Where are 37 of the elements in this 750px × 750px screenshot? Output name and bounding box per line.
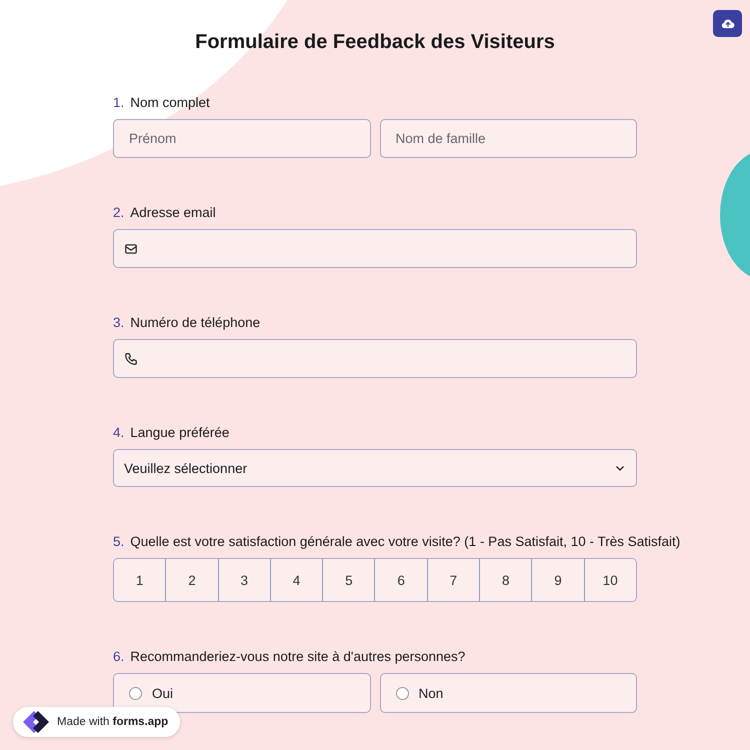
question-number: 3. bbox=[113, 315, 124, 330]
rating-option[interactable]: 10 bbox=[584, 559, 636, 601]
question-label: Numéro de téléphone bbox=[130, 315, 260, 330]
rating-option[interactable]: 4 bbox=[270, 559, 322, 601]
question-label: Nom complet bbox=[130, 95, 210, 110]
question-number: 1. bbox=[113, 95, 124, 110]
question-label: Adresse email bbox=[130, 205, 216, 220]
question-number: 5. bbox=[113, 534, 124, 549]
question-number: 6. bbox=[113, 649, 124, 664]
question-number: 2. bbox=[113, 205, 124, 220]
rating-option[interactable]: 6 bbox=[374, 559, 427, 601]
envelope-icon bbox=[124, 242, 138, 256]
rating-option[interactable]: 3 bbox=[218, 559, 270, 601]
radio-option[interactable]: Oui bbox=[113, 673, 370, 713]
text-field[interactable]: Prénom bbox=[113, 119, 370, 158]
rating-option[interactable]: 5 bbox=[322, 559, 374, 601]
email-field[interactable] bbox=[113, 229, 637, 268]
question-label: Langue préférée bbox=[130, 425, 230, 440]
text-field[interactable]: Nom de famille bbox=[380, 119, 637, 158]
question-label: Recommanderiez-vous notre site à d'autres personnes? bbox=[130, 649, 466, 664]
question-number: 4. bbox=[113, 425, 124, 440]
phone-field[interactable] bbox=[113, 339, 637, 378]
rating-option[interactable]: 8 bbox=[479, 559, 532, 601]
rating-option[interactable]: 1 bbox=[114, 559, 166, 601]
rating-option[interactable]: 9 bbox=[531, 559, 584, 601]
badge-text: Made with forms.app bbox=[57, 716, 168, 728]
made-with-badge[interactable]: Made with forms.app bbox=[13, 707, 180, 737]
question-label: Quelle est votre satisfaction générale avec votre visite? (1 - Pas Satisfait, 10 - Très Satisfait) bbox=[130, 534, 680, 549]
radio-option[interactable]: Non bbox=[380, 673, 637, 713]
cloud-upload-icon bbox=[720, 16, 734, 30]
rating-option[interactable]: 7 bbox=[426, 559, 480, 601]
language-dropdown[interactable]: Veuillez sélectionner bbox=[113, 449, 637, 487]
upload-button[interactable] bbox=[713, 10, 742, 37]
form-title: Formulaire de Feedback des Visiteurs bbox=[194, 31, 556, 54]
rating-option[interactable]: 2 bbox=[165, 559, 218, 601]
logo-icon bbox=[21, 709, 51, 735]
phone-icon bbox=[124, 352, 138, 366]
